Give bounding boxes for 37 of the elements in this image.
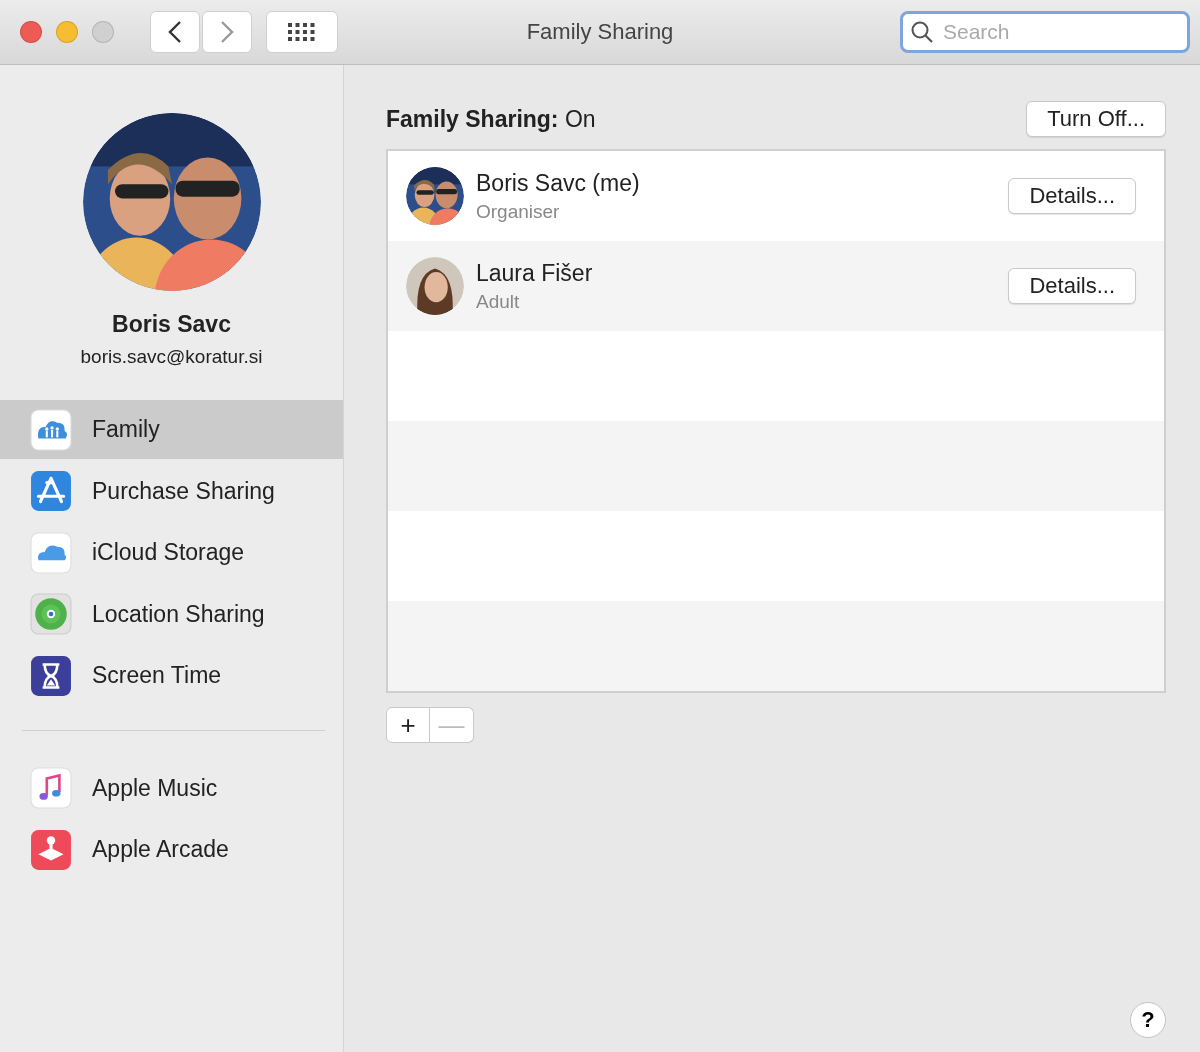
sidebar-item[interactable]: Apple Music	[0, 758, 343, 818]
help-button[interactable]: ?	[1130, 1002, 1166, 1038]
member-name: Laura Fišer	[476, 259, 594, 287]
sidebar-item[interactable]: Apple Arcade	[0, 820, 343, 879]
member-role: Organiser	[476, 200, 561, 223]
account-name: Boris Savc	[112, 311, 231, 338]
sidebar-item[interactable]: Family	[0, 400, 343, 459]
member-role: Adult	[476, 290, 521, 313]
details-button[interactable]: Details...	[1008, 268, 1136, 304]
location-icon	[30, 593, 72, 635]
details-button[interactable]: Details...	[1008, 178, 1136, 214]
window-title: Family Sharing	[526, 19, 674, 44]
family-cloud-icon	[30, 408, 72, 451]
cloud-icon	[30, 531, 72, 574]
add-button[interactable]: +	[386, 707, 430, 743]
sidebar-item[interactable]: Purchase Sharing	[0, 461, 343, 521]
account-email: boris.savc@koratur.si	[80, 346, 263, 368]
window-minimize-button[interactable]	[56, 21, 78, 43]
window-close-button[interactable]	[20, 21, 42, 43]
chevron-left-icon	[168, 20, 182, 44]
member-name: Boris Savc (me)	[476, 169, 641, 197]
chevron-right-icon	[220, 20, 234, 44]
hourglass-icon	[30, 654, 72, 697]
turn-off-button[interactable]: Turn Off...	[1026, 101, 1166, 137]
sidebar-item[interactable]: Location Sharing	[0, 584, 343, 644]
list-row[interactable]: Laura Fišer Adult Details...	[388, 241, 1164, 331]
app-store-icon	[30, 470, 72, 512]
back-button[interactable]	[150, 11, 200, 53]
grid-icon	[288, 23, 316, 41]
sidebar-item[interactable]: Screen Time	[0, 646, 343, 705]
joystick-icon	[30, 828, 72, 871]
search-icon	[910, 20, 934, 44]
music-note-icon	[30, 767, 72, 809]
sharing-status: Family Sharing: On	[386, 105, 596, 133]
search-field[interactable]: Search	[900, 11, 1190, 53]
show-all-button[interactable]	[266, 11, 338, 53]
sidebar-item[interactable]: iCloud Storage	[0, 523, 343, 582]
